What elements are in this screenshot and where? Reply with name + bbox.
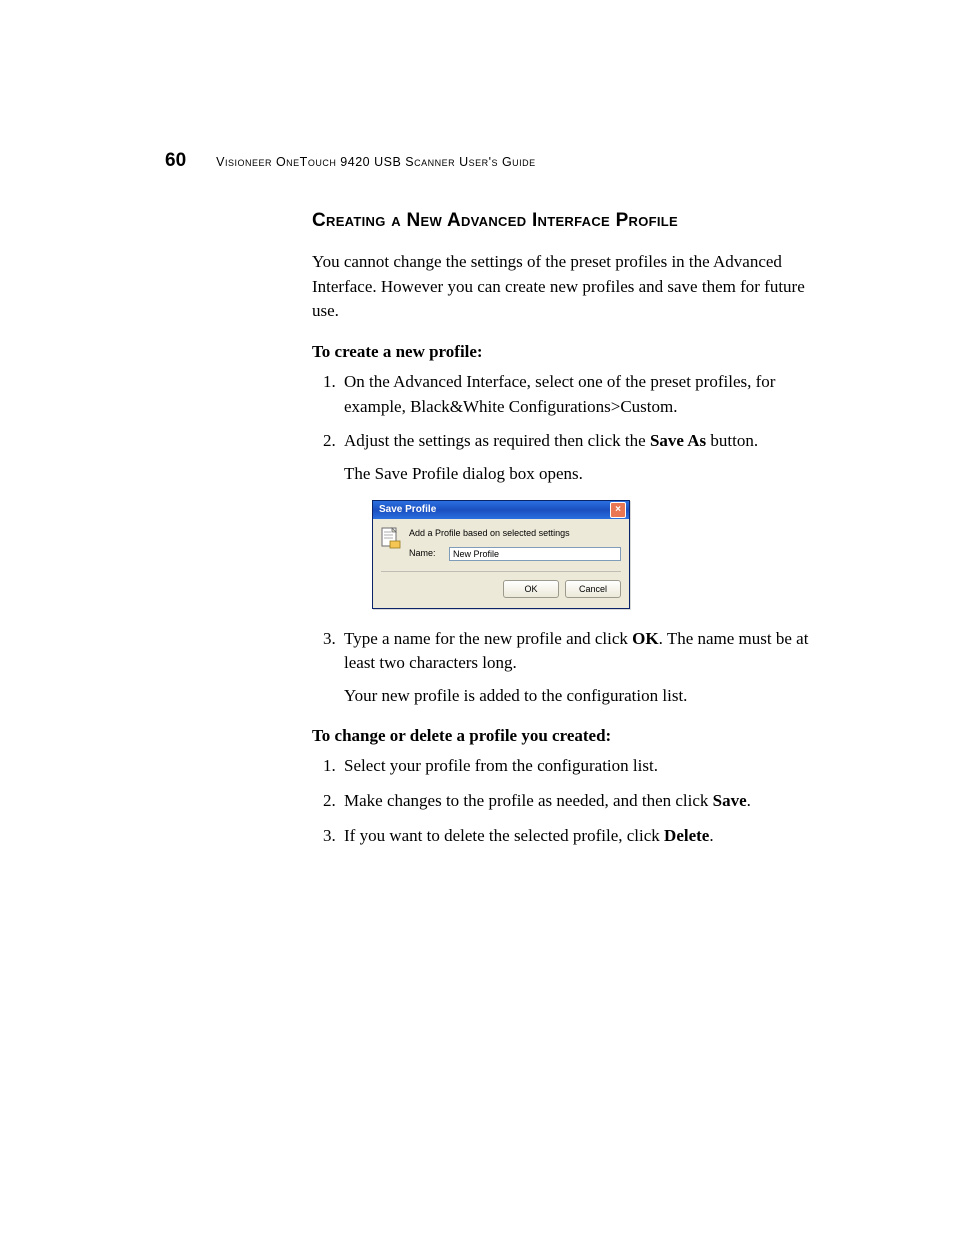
step-text-pre: If you want to delete the selected profi… bbox=[344, 826, 664, 845]
step-text-pre: Type a name for the new profile and clic… bbox=[344, 629, 632, 648]
dialog-separator bbox=[381, 571, 621, 572]
ok-button[interactable]: OK bbox=[503, 580, 559, 598]
document-icon bbox=[381, 527, 401, 549]
create-steps-list: On the Advanced Interface, select one of… bbox=[312, 370, 832, 709]
dialog-top-row: Add a Profile based on selected settings… bbox=[381, 527, 621, 560]
close-button[interactable]: × bbox=[610, 502, 626, 518]
step-detail: Your new profile is added to the configu… bbox=[344, 684, 832, 709]
dialog-title: Save Profile bbox=[379, 503, 436, 518]
name-field-row: Name: bbox=[409, 547, 621, 561]
page-number: 60 bbox=[165, 150, 186, 172]
step-text: On the Advanced Interface, select one of… bbox=[344, 372, 775, 416]
create-step-3: Type a name for the new profile and clic… bbox=[340, 627, 832, 709]
change-profile-heading: To change or delete a profile you create… bbox=[312, 726, 832, 746]
create-step-2: Adjust the settings as required then cli… bbox=[340, 429, 832, 608]
close-icon: × bbox=[615, 505, 621, 515]
create-step-1: On the Advanced Interface, select one of… bbox=[340, 370, 832, 419]
step-text-pre: Adjust the settings as required then cli… bbox=[344, 431, 650, 450]
step-text-post: . bbox=[747, 791, 751, 810]
delete-label: Delete bbox=[664, 826, 709, 845]
intro-paragraph: You cannot change the settings of the pr… bbox=[312, 250, 832, 324]
create-profile-heading: To create a new profile: bbox=[312, 342, 832, 362]
step-text-post: button. bbox=[706, 431, 758, 450]
name-input[interactable] bbox=[449, 547, 621, 561]
dialog-description: Add a Profile based on selected settings bbox=[409, 527, 621, 540]
step-text-post: . bbox=[709, 826, 713, 845]
change-step-3: If you want to delete the selected profi… bbox=[340, 824, 832, 849]
change-step-2: Make changes to the profile as needed, a… bbox=[340, 789, 832, 814]
page-content: Creating a New Advanced Interface Profil… bbox=[312, 210, 832, 858]
ok-label: OK bbox=[632, 629, 658, 648]
save-as-label: Save As bbox=[650, 431, 706, 450]
save-profile-dialog: Save Profile × bbox=[372, 500, 630, 608]
cancel-button[interactable]: Cancel bbox=[565, 580, 621, 598]
dialog-button-row: OK Cancel bbox=[381, 580, 621, 598]
guide-title: Visioneer OneTouch 9420 USB Scanner User… bbox=[216, 155, 536, 169]
step-text: Select your profile from the configurati… bbox=[344, 756, 658, 775]
step-text-pre: Make changes to the profile as needed, a… bbox=[344, 791, 713, 810]
change-steps-list: Select your profile from the configurati… bbox=[312, 754, 832, 848]
step-detail: The Save Profile dialog box opens. bbox=[344, 462, 832, 487]
document-page: 60 Visioneer OneTouch 9420 USB Scanner U… bbox=[0, 0, 954, 1235]
dialog-titlebar: Save Profile × bbox=[373, 501, 629, 519]
dialog-body: Add a Profile based on selected settings… bbox=[373, 519, 629, 607]
running-header: 60 Visioneer OneTouch 9420 USB Scanner U… bbox=[165, 150, 834, 172]
save-label: Save bbox=[713, 791, 747, 810]
section-heading: Creating a New Advanced Interface Profil… bbox=[312, 210, 832, 232]
change-step-1: Select your profile from the configurati… bbox=[340, 754, 832, 779]
dialog-fields: Add a Profile based on selected settings… bbox=[409, 527, 621, 560]
name-label: Name: bbox=[409, 547, 449, 560]
